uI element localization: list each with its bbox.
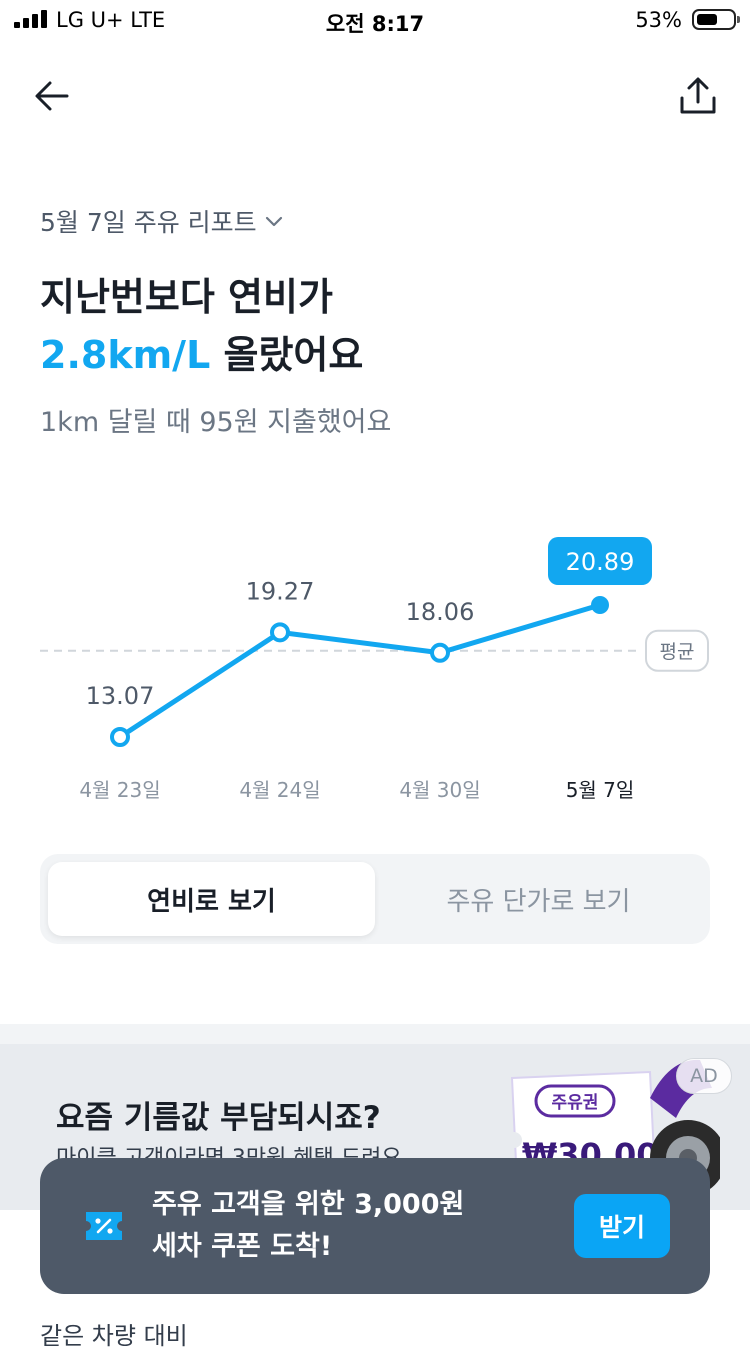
coupon-label: 주유권 — [552, 1093, 599, 1113]
ad-badge: AD — [676, 1058, 732, 1094]
average-label: 평균 — [660, 641, 695, 663]
x-tick-label: 5월 7일 — [566, 778, 635, 802]
report-date-label: 5월 7일 주유 리포트 — [40, 208, 257, 237]
report-date-selector[interactable]: 5월 7일 주유 리포트 — [40, 203, 283, 239]
toast-message: 주유 고객을 위한 3,000원 세차 쿠폰 도착! — [152, 1184, 464, 1268]
tab-unit-price[interactable]: 주유 단가로 보기 — [375, 862, 702, 936]
x-tick-label: 4월 30일 — [399, 778, 480, 802]
receive-coupon-button[interactable]: 받기 — [574, 1194, 670, 1258]
status-bar: LG U+ LTE 오전 8:17 53% — [0, 0, 750, 44]
headline-value: 2.8km/L — [40, 333, 211, 377]
section-divider — [0, 1024, 750, 1044]
toast-line1: 주유 고객을 위한 3,000원 — [152, 1189, 465, 1220]
data-point — [270, 622, 290, 643]
arrow-left-icon — [35, 81, 69, 111]
x-tick-label: 4월 24일 — [239, 778, 320, 802]
view-toggle: 연비로 보기 주유 단가로 보기 — [40, 854, 710, 944]
headline-line1: 지난번보다 연비가 — [40, 275, 333, 319]
report-headline: 지난번보다 연비가 2.8km/L 올랐어요 — [40, 268, 363, 384]
fuel-efficiency-chart: 평균 13.07 4월 23일 19.27 4월 24일 18.06 4월 30일 20.89… — [40, 537, 709, 802]
data-point — [110, 727, 130, 747]
x-tick-label: 4월 23일 — [79, 778, 160, 802]
tab-efficiency[interactable]: 연비로 보기 — [48, 862, 375, 936]
value-label: 20.89 — [566, 548, 635, 576]
value-label: 13.07 — [86, 682, 155, 710]
ad-title: 요즘 기름값 부담되시죠? — [56, 1100, 381, 1136]
back-button[interactable] — [24, 68, 80, 124]
value-label: 18.06 — [406, 598, 475, 626]
coupon-icon — [86, 1212, 122, 1240]
headline-line2: 2.8km/L 올랐어요 — [40, 326, 363, 384]
data-point — [591, 596, 609, 614]
share-button[interactable] — [670, 68, 726, 124]
data-point — [430, 642, 450, 663]
battery-icon — [692, 9, 740, 30]
series-line — [117, 602, 603, 740]
share-icon — [680, 77, 716, 114]
value-label: 19.27 — [246, 577, 315, 605]
coupon-toast: 주유 고객을 위한 3,000원 세차 쿠폰 도착! 받기 — [40, 1158, 710, 1294]
cost-per-km-text: 1km 달릴 때 95원 지출했어요 — [40, 407, 392, 438]
toast-line2: 세차 쿠폰 도착! — [152, 1231, 333, 1262]
chevron-down-icon — [265, 216, 282, 227]
battery-percent: 53% — [635, 8, 682, 32]
headline-suffix: 올랐어요 — [210, 333, 364, 377]
